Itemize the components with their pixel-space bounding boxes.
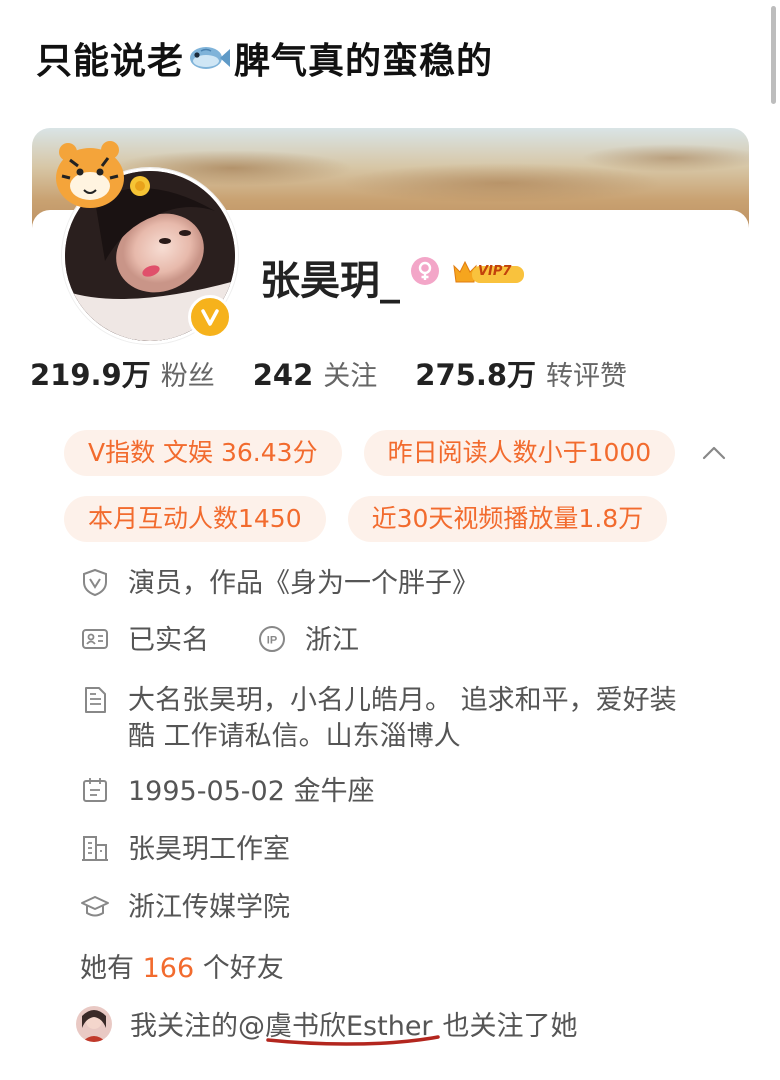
- stats-bar: 219.9万 粉丝 242 关注 275.8万 转评赞: [30, 352, 690, 394]
- female-gender-icon: [411, 257, 439, 285]
- mutual-prefix: 我关注的: [130, 1011, 238, 1042]
- ip-icon: IP: [259, 626, 285, 652]
- real-name-text: 已实名: [128, 625, 209, 656]
- info-company: 张昊玥工作室: [80, 831, 290, 869]
- info-verification: 演员，作品《身为一个胖子》: [80, 565, 479, 603]
- tag-v-index[interactable]: V指数 文娱 36.43分: [64, 430, 342, 476]
- bio-text: 大名张昊玥，小名儿皓月。 追求和平，爱好装酷 工作请私信。山东淄博人: [128, 685, 677, 752]
- friends-count[interactable]: 她有 166 个好友: [80, 946, 284, 985]
- tag-video-views[interactable]: 近30天视频播放量1.8万: [347, 496, 668, 542]
- tiger-decoration-icon: [56, 141, 150, 208]
- friends-number: 166: [142, 953, 195, 984]
- stat-followers[interactable]: 219.9万 粉丝: [30, 352, 215, 394]
- info-bio: 大名张昊玥，小名儿皓月。 追求和平，爱好装酷 工作请私信。山东淄博人: [80, 683, 688, 755]
- company-text: 张昊玥工作室: [128, 834, 290, 865]
- verified-badge-icon: [188, 295, 232, 339]
- friends-suffix: 个好友: [202, 953, 284, 984]
- red-underline-annotation: [266, 1035, 440, 1046]
- tag-monthly-interactions[interactable]: 本月互动人数1450: [64, 496, 326, 542]
- tag-row-1: V指数 文娱 36.43分 昨日阅读人数小于1000: [64, 430, 729, 476]
- info-realname-ip: 已实名 IP 浙江: [80, 622, 359, 660]
- stat-value: 275.8万: [415, 358, 537, 392]
- ip-location-text: 浙江: [305, 625, 359, 656]
- fish-icon: [186, 38, 232, 78]
- post-title-after: 脾气真的蛮稳的: [234, 41, 494, 82]
- ip-location: IP 浙江: [257, 622, 359, 660]
- mutual-avatar[interactable]: [76, 1005, 112, 1042]
- post-title-before: 只能说老: [36, 41, 185, 82]
- stat-following[interactable]: 242 关注: [253, 354, 378, 393]
- vip-badge[interactable]: VIP7: [452, 258, 526, 286]
- info-school: 浙江传媒学院: [80, 889, 290, 927]
- chevron-up-icon[interactable]: [699, 438, 729, 468]
- stat-label: 关注: [323, 361, 378, 392]
- stat-value: 219.9万: [30, 358, 151, 392]
- info-birthday: 1995-05-02 金牛座: [80, 773, 375, 811]
- stat-label: 粉丝: [160, 361, 215, 392]
- friends-prefix: 她有: [80, 953, 134, 984]
- birthday-text: 1995-05-02 金牛座: [128, 776, 375, 807]
- tag-daily-readers[interactable]: 昨日阅读人数小于1000: [363, 430, 676, 476]
- username: 张昊玥_: [260, 258, 400, 304]
- document-icon: [85, 687, 106, 713]
- school-text: 浙江传媒学院: [128, 892, 290, 923]
- mutual-suffix: 也关注了她: [442, 1011, 578, 1042]
- verification-text: 演员，作品《身为一个胖子》: [128, 568, 479, 599]
- post-title: 只能说老 脾气真的蛮稳的: [36, 32, 493, 84]
- stat-value: 242: [252, 358, 314, 392]
- tag-row-2: 本月互动人数1450 近30天视频播放量1.8万: [64, 496, 689, 542]
- scrollbar[interactable]: [771, 6, 776, 104]
- calendar-icon: [83, 778, 107, 802]
- id-card-icon: [82, 629, 108, 649]
- graduation-cap-icon: [81, 896, 109, 917]
- stat-label: 转评赞: [546, 361, 628, 392]
- stat-engagements[interactable]: 275.8万 转评赞: [415, 352, 627, 394]
- shield-verified-icon: [83, 568, 107, 597]
- building-icon: [82, 836, 108, 861]
- svg-text:IP: IP: [267, 635, 277, 647]
- vip-label: VIP7: [478, 264, 512, 279]
